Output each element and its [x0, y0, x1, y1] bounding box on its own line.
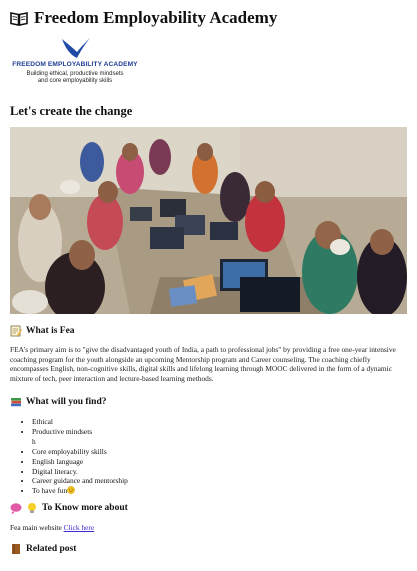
list-item: Productive mindsets h [32, 427, 332, 447]
website-line: Fea main website Click here [10, 523, 94, 532]
books-icon [11, 398, 21, 407]
list-item: Career guidance and mentorship [32, 476, 332, 486]
logo-name: FREEDOM EMPLOYABILITY ACADEMY [12, 61, 138, 68]
light-bulb-icon [28, 503, 36, 513]
memo-icon [10, 325, 22, 337]
list-item: Digital literacy. [32, 467, 332, 477]
speech-bubble-icon [10, 503, 22, 514]
classroom-photo [10, 127, 407, 314]
logo-swoosh-icon [62, 38, 90, 58]
list-item-fun-text: To have fun [32, 486, 68, 496]
smiling-face-icon [67, 486, 76, 495]
know-more-heading: To Know more about [10, 502, 128, 514]
find-heading: What will you find? [10, 396, 107, 408]
related-heading-text: Related post [26, 544, 77, 554]
about-heading-text: What is Fea [26, 326, 75, 336]
academy-logo[interactable]: FREEDOM EMPLOYABILITY ACADEMY Building e… [10, 36, 140, 94]
site-title-text: Freedom Employability Academy [34, 8, 278, 27]
list-item-fun: To have fun [32, 486, 332, 496]
logo-tagline-line-1: Building ethical, productive mindsets [26, 71, 124, 77]
website-link[interactable]: Click here [64, 523, 95, 532]
find-heading-text: What will you find? [26, 397, 107, 407]
open-book-icon [10, 11, 28, 26]
page: Freedom Employability Academy FREEDOM EM… [0, 0, 417, 571]
know-more-heading-text: To Know more about [42, 503, 128, 513]
related-heading: Related post [10, 543, 76, 555]
logo-tagline: Building ethical, productive mindsets an… [10, 71, 140, 85]
classroom-photo-illustration [10, 127, 407, 314]
hero-title: Let's create the change [10, 104, 133, 118]
site-title: Freedom Employability Academy [10, 8, 277, 28]
book-icon [12, 544, 20, 554]
list-item: English language [32, 457, 332, 467]
logo-tagline-line-2: and core employability skills [37, 78, 113, 84]
about-heading: What is Fea [10, 325, 75, 337]
about-paragraph: FEA's primary aim is to "give the disadv… [10, 345, 396, 383]
list-item: Ethical [32, 417, 332, 427]
list-item: Core employability skills [32, 447, 332, 457]
website-label: Fea main website [10, 523, 62, 532]
find-list: Ethical Productive mindsets h Core emplo… [10, 417, 332, 496]
